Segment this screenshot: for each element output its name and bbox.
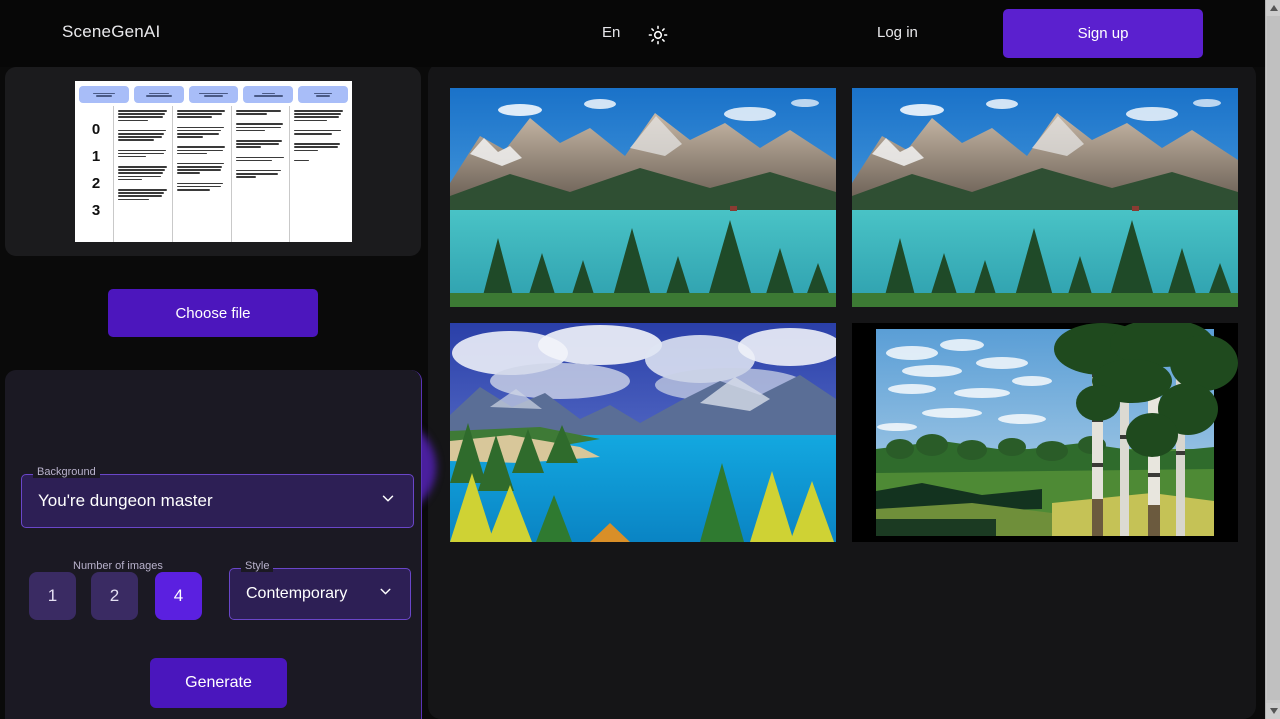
- background-value: You're dungeon master: [22, 491, 213, 511]
- preview-row-number: 2: [92, 175, 100, 192]
- scroll-up-arrow-icon[interactable]: [1266, 0, 1280, 16]
- result-image-tile[interactable]: [852, 323, 1238, 542]
- file-preview-card: 0 1 2 3: [5, 67, 421, 256]
- preview-column-header: [189, 86, 239, 103]
- results-grid: [450, 88, 1238, 542]
- results-panel: [428, 63, 1256, 719]
- preview-column-header: [243, 86, 293, 103]
- sun-icon[interactable]: [645, 22, 671, 48]
- preview-row-number: 0: [92, 121, 100, 138]
- number-of-images-option-2[interactable]: 2: [91, 572, 138, 620]
- signup-button[interactable]: Sign up: [1003, 9, 1203, 58]
- page-scrollbar[interactable]: [1265, 0, 1280, 719]
- preview-header-row: [75, 81, 352, 106]
- preview-column-header: [79, 86, 129, 103]
- preview-column-header: [134, 86, 184, 103]
- birch-grove-river-image: [852, 323, 1238, 542]
- result-image-tile[interactable]: [852, 88, 1238, 307]
- style-label: Style: [241, 561, 273, 572]
- language-selector[interactable]: En: [602, 24, 620, 41]
- blue-lake-clouds-image: [450, 323, 836, 542]
- preview-row-number: 1: [92, 148, 100, 165]
- scrollbar-thumb[interactable]: [1267, 16, 1280, 700]
- background-label: Background: [33, 467, 100, 478]
- choose-file-button[interactable]: Choose file: [108, 289, 318, 337]
- app-root: SceneGenAI En Log in Sign up: [0, 0, 1280, 719]
- background-select[interactable]: Background You're dungeon master: [21, 474, 414, 528]
- preview-text-column: [231, 106, 290, 242]
- preview-row-numbers: 0 1 2 3: [79, 106, 113, 242]
- brand-logo[interactable]: SceneGenAI: [62, 22, 160, 42]
- login-link[interactable]: Log in: [877, 24, 918, 41]
- preview-text-column: [172, 106, 231, 242]
- style-select[interactable]: Style Contemporary: [229, 568, 411, 620]
- generate-button[interactable]: Generate: [150, 658, 287, 708]
- result-image-tile[interactable]: [450, 323, 836, 542]
- style-value: Contemporary: [230, 585, 347, 603]
- scroll-down-arrow-icon[interactable]: [1266, 703, 1280, 719]
- generation-form-panel: Background You're dungeon master Number …: [5, 370, 422, 719]
- chevron-down-icon: [379, 490, 397, 513]
- left-column: 0 1 2 3: [0, 67, 423, 719]
- preview-body: 0 1 2 3: [75, 106, 352, 242]
- number-of-images-option-4[interactable]: 4: [155, 572, 202, 620]
- top-header: SceneGenAI En Log in Sign up: [0, 0, 1266, 67]
- document-preview-thumbnail[interactable]: 0 1 2 3: [75, 81, 352, 242]
- number-of-images-label: Number of images: [73, 560, 163, 572]
- mountain-lake-image: [450, 88, 836, 307]
- preview-row-number: 3: [92, 202, 100, 219]
- preview-column-header: [298, 86, 348, 103]
- mountain-lake-image: [852, 88, 1238, 307]
- result-image-tile[interactable]: [450, 88, 836, 307]
- preview-text-column: [289, 106, 348, 242]
- chevron-down-icon: [377, 583, 394, 605]
- preview-text-column: [113, 106, 172, 242]
- number-of-images-option-1[interactable]: 1: [29, 572, 76, 620]
